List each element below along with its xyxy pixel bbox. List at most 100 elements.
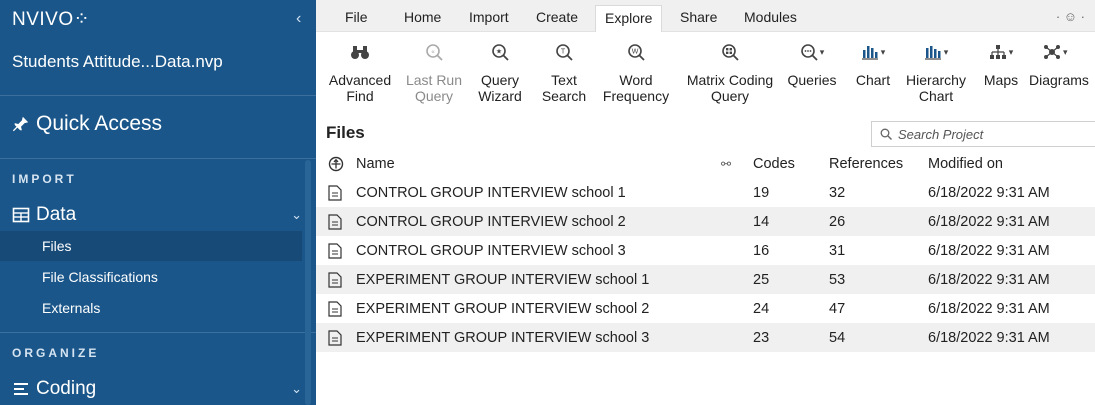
queries-button[interactable]: ▾ Queries	[782, 32, 842, 88]
search-input[interactable]: Search Project	[871, 121, 1095, 147]
divider	[0, 158, 316, 159]
sidebar-group-data[interactable]: Data ⌄	[12, 204, 302, 226]
query-wizard-button[interactable]: ★ Query Wizard	[471, 32, 529, 104]
text-search-button[interactable]: T Text Search	[538, 32, 590, 104]
document-icon	[328, 184, 342, 201]
file-modified: 6/18/2022 9:31 AM	[928, 271, 1050, 288]
account-icon[interactable]: · ☺ ·	[1056, 9, 1085, 24]
word-frequency-icon: W	[627, 32, 645, 72]
page-title: Files	[326, 123, 365, 142]
svg-text:W: W	[632, 49, 639, 56]
chart-icon: ▾	[861, 32, 886, 72]
ribbon-explore: Advanced Find « Last Run Query ★ Query W…	[316, 32, 1095, 118]
sidebar-item-file-classifications[interactable]: File Classifications	[0, 262, 302, 292]
column-header-name[interactable]: Name	[356, 156, 395, 172]
table-row[interactable]: CONTROL GROUP INTERVIEW school 2 14 26 6…	[316, 207, 1095, 236]
file-codes: 24	[753, 300, 770, 317]
link-icon[interactable]: ⚯	[721, 157, 731, 171]
document-icon	[328, 242, 342, 259]
file-modified: 6/18/2022 9:31 AM	[928, 329, 1050, 346]
file-modified: 6/18/2022 9:31 AM	[928, 300, 1050, 317]
file-modified: 6/18/2022 9:31 AM	[928, 184, 1050, 201]
query-wizard-icon: ★	[491, 32, 509, 72]
tab-import[interactable]: Import	[469, 9, 509, 25]
divider	[0, 332, 316, 333]
file-modified: 6/18/2022 9:31 AM	[928, 213, 1050, 230]
files-table: Name ⚯ Codes References Modified on CONT…	[316, 150, 1095, 352]
project-name[interactable]: Students Attitude...Data.nvp	[12, 52, 223, 72]
table-row[interactable]: EXPERIMENT GROUP INTERVIEW school 2 24 4…	[316, 294, 1095, 323]
collapse-sidebar-icon[interactable]: ‹	[296, 10, 301, 28]
tab-modules[interactable]: Modules	[744, 9, 797, 25]
tab-file[interactable]: File	[345, 9, 368, 25]
file-codes: 14	[753, 213, 770, 230]
advanced-find-button[interactable]: Advanced Find	[326, 32, 394, 104]
document-icon	[328, 271, 342, 288]
hierarchy-chart-icon: ▾	[924, 32, 949, 72]
table-row[interactable]: EXPERIMENT GROUP INTERVIEW school 1 25 5…	[316, 265, 1095, 294]
coding-icon	[14, 383, 28, 395]
file-codes: 16	[753, 242, 770, 259]
ribbon-tab-bar: File Home Import Create Explore Share Mo…	[316, 0, 1095, 33]
table-header: Name ⚯ Codes References Modified on	[316, 150, 1095, 178]
hierarchy-chart-button[interactable]: ▾ Hierarchy Chart	[899, 32, 973, 104]
diagrams-button[interactable]: ▾ Diagrams	[1029, 32, 1095, 88]
divider	[0, 95, 316, 96]
text-search-icon: T	[555, 32, 573, 72]
diagrams-icon: ▾	[1029, 32, 1068, 72]
tab-create[interactable]: Create	[536, 9, 578, 25]
file-name: EXPERIMENT GROUP INTERVIEW school 3	[356, 329, 650, 346]
sidebar-item-externals[interactable]: Externals	[0, 293, 302, 323]
file-modified: 6/18/2022 9:31 AM	[928, 242, 1050, 259]
document-icon	[328, 329, 342, 346]
chevron-down-icon: ▾	[1008, 47, 1014, 57]
logo-mark-icon: ⁘	[73, 9, 91, 30]
maps-button[interactable]: ▾ Maps	[979, 32, 1023, 88]
maps-icon: ▾	[989, 32, 1014, 72]
section-label-organize: ORGANIZE	[12, 346, 100, 360]
file-codes: 25	[753, 271, 770, 288]
svg-text:★: ★	[496, 48, 502, 56]
search-icon	[880, 128, 892, 140]
sidebar-group-coding[interactable]: Coding ⌄	[12, 378, 302, 400]
data-icon	[12, 207, 30, 223]
table-row[interactable]: CONTROL GROUP INTERVIEW school 3 16 31 6…	[316, 236, 1095, 265]
chevron-down-icon: ▾	[880, 47, 886, 57]
chevron-down-icon[interactable]: ⌄	[291, 381, 302, 397]
file-codes: 23	[753, 329, 770, 346]
tab-explore[interactable]: Explore	[595, 5, 663, 33]
table-row[interactable]: CONTROL GROUP INTERVIEW school 1 19 32 6…	[316, 178, 1095, 207]
column-header-codes[interactable]: Codes	[753, 156, 795, 172]
svg-text:«: «	[431, 50, 435, 56]
pin-icon	[12, 116, 29, 132]
file-codes: 19	[753, 184, 770, 201]
file-references: 47	[829, 300, 846, 317]
sidebar-item-files[interactable]: Files	[0, 231, 302, 261]
file-name: EXPERIMENT GROUP INTERVIEW school 1	[356, 271, 650, 288]
quick-access-header[interactable]: Quick Access	[12, 112, 162, 136]
column-header-references[interactable]: References	[829, 156, 903, 172]
add-circle-icon[interactable]	[328, 156, 344, 172]
file-name: EXPERIMENT GROUP INTERVIEW school 2	[356, 300, 650, 317]
tab-home[interactable]: Home	[404, 9, 441, 25]
search-placeholder: Search Project	[898, 126, 984, 142]
matrix-coding-query-button[interactable]: Matrix Coding Query	[679, 32, 781, 104]
chevron-down-icon[interactable]: ⌄	[291, 207, 302, 223]
word-frequency-button[interactable]: W Word Frequency	[596, 32, 676, 104]
sidebar-scrollbar[interactable]	[305, 160, 311, 405]
binoculars-icon	[350, 32, 370, 72]
file-name: CONTROL GROUP INTERVIEW school 3	[356, 242, 626, 259]
tab-share[interactable]: Share	[680, 9, 717, 25]
file-references: 31	[829, 242, 846, 259]
file-references: 53	[829, 271, 846, 288]
last-run-query-button[interactable]: « Last Run Query	[404, 32, 464, 104]
chart-button[interactable]: ▾ Chart	[849, 32, 897, 88]
file-references: 32	[829, 184, 846, 201]
table-row[interactable]: EXPERIMENT GROUP INTERVIEW school 3 23 5…	[316, 323, 1095, 352]
column-header-modified[interactable]: Modified on	[928, 156, 1003, 172]
section-label-import: IMPORT	[12, 172, 77, 186]
document-icon	[328, 300, 342, 317]
queries-icon: ▾	[800, 32, 824, 72]
chevron-down-icon: ▾	[943, 47, 949, 57]
last-run-icon: «	[425, 32, 443, 72]
